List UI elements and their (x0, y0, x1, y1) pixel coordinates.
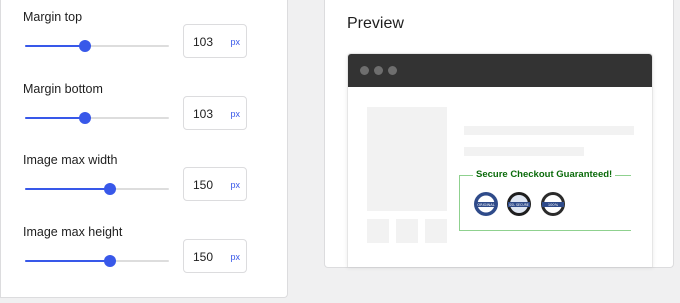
slider-thumb[interactable] (79, 112, 92, 124)
guarantee-seal-icon: 100% (540, 191, 566, 217)
guarantee-seal-text: 100% (548, 203, 559, 207)
image-max-width-field: Image max width 150 px (23, 153, 253, 213)
margin-top-slider[interactable] (25, 39, 169, 53)
badge-heading: Secure Checkout Guaranteed! (474, 169, 615, 180)
margin-bottom-input[interactable]: 103 px (183, 96, 247, 130)
margin-bottom-slider[interactable] (25, 111, 169, 125)
ssl-seal-text: SSL SECURE (509, 203, 529, 207)
trust-badge-box: Secure Checkout Guaranteed! ORIGINAL SSL… (459, 169, 631, 231)
margin-bottom-label: Margin bottom (23, 82, 103, 96)
window-dot-icon (388, 66, 397, 75)
margin-bottom-field: Margin bottom 103 px (23, 82, 253, 142)
thumbnail-placeholder (396, 219, 418, 243)
image-max-height-label: Image max height (23, 225, 123, 239)
margin-bottom-unit: px (230, 109, 240, 119)
original-seal-icon: ORIGINAL (473, 191, 499, 217)
margin-top-input[interactable]: 103 px (183, 24, 247, 58)
image-max-width-input[interactable]: 150 px (183, 167, 247, 201)
window-dot-icon (360, 66, 369, 75)
image-max-height-unit: px (230, 252, 240, 262)
image-max-height-input[interactable]: 150 px (183, 239, 247, 273)
browser-title-bar (348, 54, 652, 87)
slider-fill (25, 188, 110, 190)
image-max-width-unit: px (230, 180, 240, 190)
slider-fill (25, 260, 110, 262)
preview-panel: Preview Secure Checkout Guaranteed! ORIG… (324, 0, 674, 268)
image-max-height-value: 150 (193, 250, 214, 264)
settings-panel: Margin top 103 px Margin bottom 103 px I… (0, 0, 288, 298)
window-dot-icon (374, 66, 383, 75)
margin-top-field: Margin top 103 px (23, 10, 253, 70)
browser-mockup: Secure Checkout Guaranteed! ORIGINAL SSL… (347, 53, 653, 267)
text-line-placeholder (464, 126, 634, 135)
image-max-width-label: Image max width (23, 153, 118, 167)
image-max-height-slider[interactable] (25, 254, 169, 268)
thumbnail-placeholder (425, 219, 447, 243)
image-max-width-value: 150 (193, 178, 214, 192)
thumbnail-placeholder (367, 219, 389, 243)
image-max-height-field: Image max height 150 px (23, 225, 253, 285)
margin-top-label: Margin top (23, 10, 83, 24)
margin-bottom-value: 103 (193, 107, 214, 121)
margin-top-unit: px (230, 37, 240, 47)
slider-thumb[interactable] (79, 40, 92, 52)
slider-thumb[interactable] (103, 255, 116, 267)
slider-fill (25, 117, 86, 119)
preview-title: Preview (347, 15, 404, 32)
original-seal-text: ORIGINAL (477, 203, 494, 207)
ssl-secure-seal-icon: SSL SECURE (506, 191, 532, 217)
product-image-placeholder (367, 107, 447, 211)
margin-top-value: 103 (193, 35, 214, 49)
slider-thumb[interactable] (103, 183, 116, 195)
image-max-width-slider[interactable] (25, 182, 169, 196)
text-line-placeholder (464, 147, 584, 156)
slider-fill (25, 45, 86, 47)
